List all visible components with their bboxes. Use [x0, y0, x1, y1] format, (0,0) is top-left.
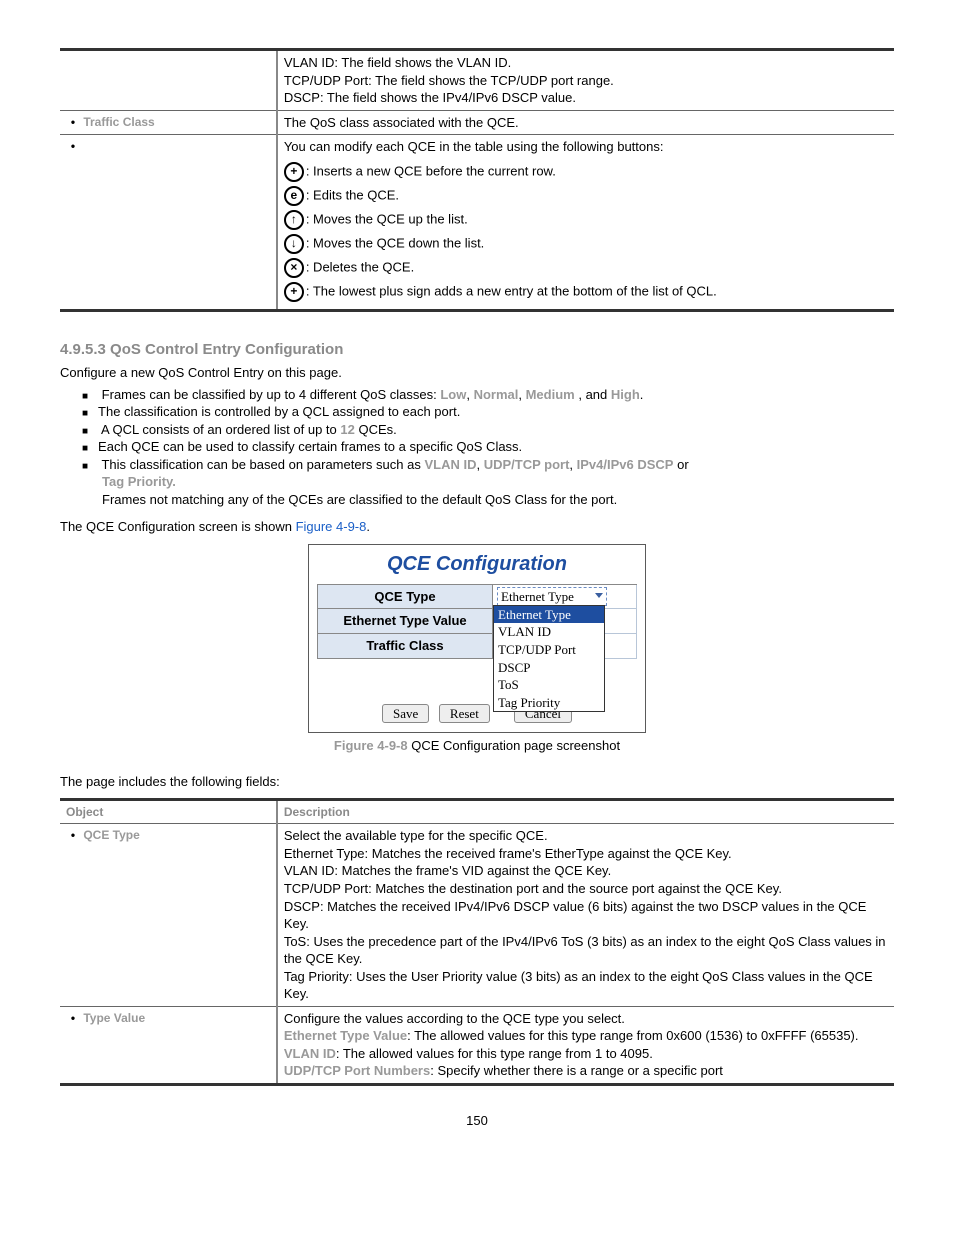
qce-type-label: QCE Type — [317, 585, 493, 610]
table-qce-fields: Object Description • QCE Type Select the… — [60, 798, 894, 1086]
cell-type-value-label: • Type Value — [60, 1006, 277, 1084]
text: VLAN ID — [284, 1046, 336, 1061]
text: DSCP: Matches the received IPv4/IPv6 DSC… — [284, 899, 867, 932]
header-description: Description — [277, 800, 894, 824]
text: Tag Priority. — [102, 473, 894, 491]
qce-type-value: Ethernet Type Ethernet Type VLAN ID TCP/… — [493, 585, 637, 610]
bullet-list: Frames can be classified by up to 4 diff… — [60, 386, 894, 509]
down-icon — [284, 234, 304, 254]
page-number: 150 — [60, 1112, 894, 1130]
figure-link[interactable]: Figure 4-9-8 — [296, 519, 367, 534]
section-heading: 4.9.5.3 QoS Control Entry Configuration — [60, 340, 894, 360]
text: Tag Priority: Uses the User Priority val… — [284, 969, 873, 1002]
qce-traffic-label: Traffic Class — [317, 634, 493, 659]
text: or — [677, 457, 689, 472]
cell-qce-type-desc: Select the available type for the specif… — [277, 824, 894, 1006]
text: Ethernet Type: Matches the received fram… — [284, 846, 732, 861]
text: QCE Configuration page screenshot — [411, 738, 620, 753]
text: A QCL consists of an ordered list of up … — [101, 422, 340, 437]
qce-type-dropdown[interactable]: Ethernet Type VLAN ID TCP/UDP Port DSCP … — [493, 605, 605, 712]
figure-leadin: The QCE Configuration screen is shown Fi… — [60, 518, 894, 536]
text: : Inserts a new QCE before the current r… — [306, 163, 556, 178]
delete-icon — [284, 258, 304, 278]
figure-caption: Figure 4-9-8 QCE Configuration page scre… — [60, 737, 894, 755]
header-object: Object — [60, 800, 277, 824]
text: DSCP: The field shows the IPv4/IPv6 DSCP… — [284, 90, 576, 105]
list-item: This classification can be based on para… — [102, 456, 894, 509]
dropdown-option[interactable]: TCP/UDP Port — [494, 641, 604, 659]
dropdown-option[interactable]: Tag Priority — [494, 694, 604, 712]
dropdown-option[interactable]: DSCP — [494, 659, 604, 677]
text: VLAN ID — [424, 457, 476, 472]
list-item: Frames can be classified by up to 4 diff… — [102, 386, 894, 404]
text: TCP/UDP Port: Matches the destination po… — [284, 881, 782, 896]
text: Low — [440, 387, 466, 402]
text: Figure 4-9-8 — [334, 738, 411, 753]
text: : Edits the QCE. — [306, 187, 399, 202]
save-button[interactable]: Save — [382, 704, 429, 723]
qce-title: QCE Configuration — [317, 551, 637, 578]
cell-traffic-class-desc: The QoS class associated with the QCE. — [277, 110, 894, 135]
text: Frames not matching any of the QCEs are … — [102, 492, 617, 507]
dropdown-option[interactable]: Ethernet Type — [494, 606, 604, 624]
cell-type-value-desc: Configure the values according to the QC… — [277, 1006, 894, 1084]
text: VLAN ID: Matches the frame's VID against… — [284, 863, 611, 878]
text: You can modify each QCE in the table usi… — [284, 138, 888, 156]
cell-qce-type-label: • QCE Type — [60, 824, 277, 1006]
cell-buttons-label: • — [60, 135, 277, 311]
cell-buttons-desc: You can modify each QCE in the table usi… — [277, 135, 894, 311]
text: Select the available type for the specif… — [284, 828, 548, 843]
text: : Specify whether there is a range or a … — [430, 1063, 723, 1078]
text: Configure the values according to the QC… — [284, 1011, 625, 1026]
text: High — [611, 387, 640, 402]
add-end-icon — [284, 282, 304, 302]
text: : Moves the QCE up the list. — [306, 211, 468, 226]
label: Traffic Class — [83, 115, 154, 129]
text: : Moves the QCE down the list. — [306, 235, 484, 250]
text: VLAN ID: The field shows the VLAN ID. — [284, 55, 511, 70]
dropdown-option[interactable]: VLAN ID — [494, 623, 604, 641]
text: UDP/TCP Port Numbers — [284, 1063, 430, 1078]
up-icon — [284, 210, 304, 230]
edit-icon — [284, 186, 304, 206]
text: ToS: Uses the precedence part of the IPv… — [284, 934, 886, 967]
text: 12 — [340, 422, 354, 437]
text: Normal — [474, 387, 519, 402]
text: IPv4/IPv6 DSCP — [577, 457, 674, 472]
fields-intro: The page includes the following fields: — [60, 773, 894, 791]
text: Ethernet Type Value — [284, 1028, 407, 1043]
section-intro: Configure a new QoS Control Entry on thi… — [60, 364, 894, 382]
text: : The lowest plus sign adds a new entry … — [306, 283, 717, 298]
qce-config-screenshot: QCE Configuration QCE Type Ethernet Type… — [308, 544, 646, 733]
text: : The allowed values for this type range… — [336, 1046, 653, 1061]
cell-traffic-class-label: • Traffic Class — [60, 110, 277, 135]
label: Type Value — [83, 1011, 145, 1025]
text: , and — [578, 387, 611, 402]
qce-type-select[interactable]: Ethernet Type — [497, 587, 607, 607]
text: : Deletes the QCE. — [306, 259, 414, 274]
table-qce-buttons: VLAN ID: The field shows the VLAN ID. TC… — [60, 48, 894, 312]
text: This classification can be based on para… — [101, 457, 424, 472]
text: : The allowed values for this type range… — [407, 1028, 858, 1043]
text: Medium — [526, 387, 575, 402]
text: TCP/UDP Port: The field shows the TCP/UD… — [284, 73, 614, 88]
text: Ethernet Type — [501, 589, 574, 604]
text: UDP/TCP port — [484, 457, 570, 472]
reset-button[interactable]: Reset — [439, 704, 490, 723]
text: Frames can be classified by up to 4 diff… — [102, 387, 441, 402]
list-item: Each QCE can be used to classify certain… — [102, 438, 894, 456]
list-item: A QCL consists of an ordered list of up … — [102, 421, 894, 439]
cell-vlan-desc: VLAN ID: The field shows the VLAN ID. TC… — [277, 50, 894, 111]
label: QCE Type — [83, 828, 139, 842]
insert-icon — [284, 162, 304, 182]
cell-blank — [60, 50, 277, 111]
dropdown-option[interactable]: ToS — [494, 676, 604, 694]
list-item: The classification is controlled by a QC… — [102, 403, 894, 421]
text: QCEs. — [358, 422, 396, 437]
text: The QCE Configuration screen is shown — [60, 519, 296, 534]
qce-ethval-label: Ethernet Type Value — [317, 609, 493, 634]
